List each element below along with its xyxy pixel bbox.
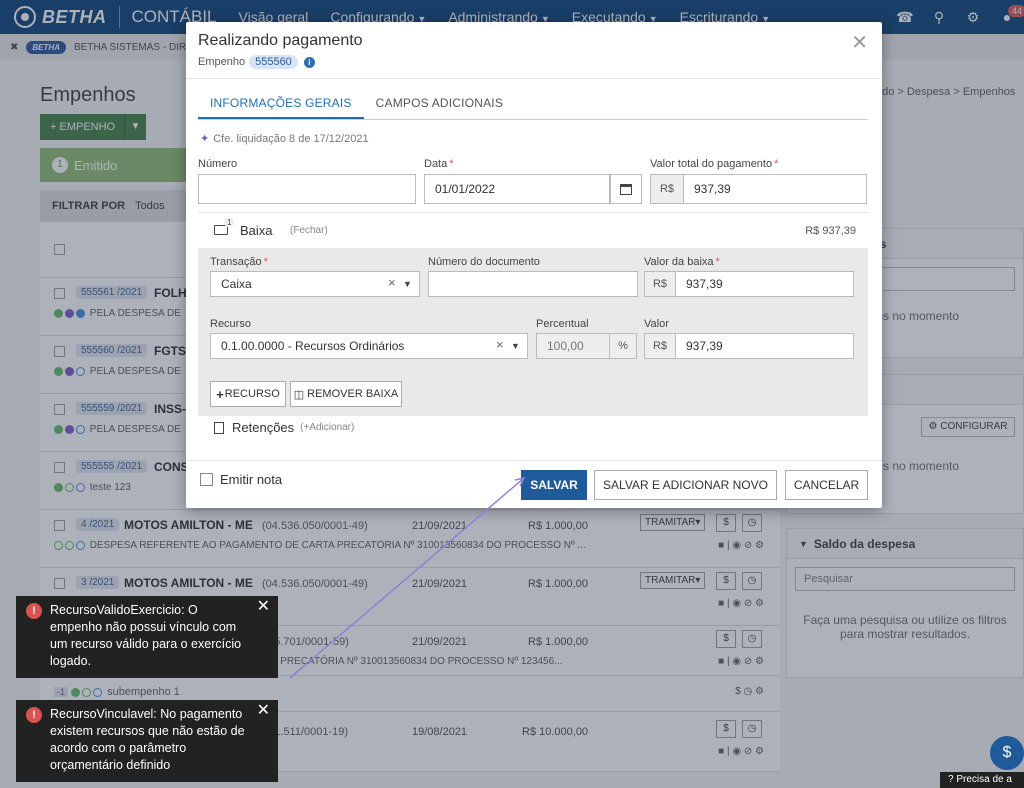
error-toast: ! ✕ RecursoValidoExercicio: O empenho nã…	[16, 596, 278, 678]
error-icon: !	[26, 603, 42, 619]
error-icon: !	[26, 707, 42, 723]
toast-message: RecursoValidoExercicio: O empenho não po…	[50, 603, 242, 668]
help-label: Precisa de a	[956, 774, 1012, 785]
close-icon[interactable]: ✕	[257, 598, 270, 615]
toast-message: RecursoVinculavel: No pagamento existem …	[50, 707, 245, 772]
help-button[interactable]: ? Precisa de a	[940, 772, 1024, 788]
error-toast: ! ✕ RecursoVinculavel: No pagamento exis…	[16, 700, 278, 782]
dollar-fab-button[interactable]: $	[990, 736, 1024, 770]
close-icon[interactable]: ✕	[257, 702, 270, 719]
